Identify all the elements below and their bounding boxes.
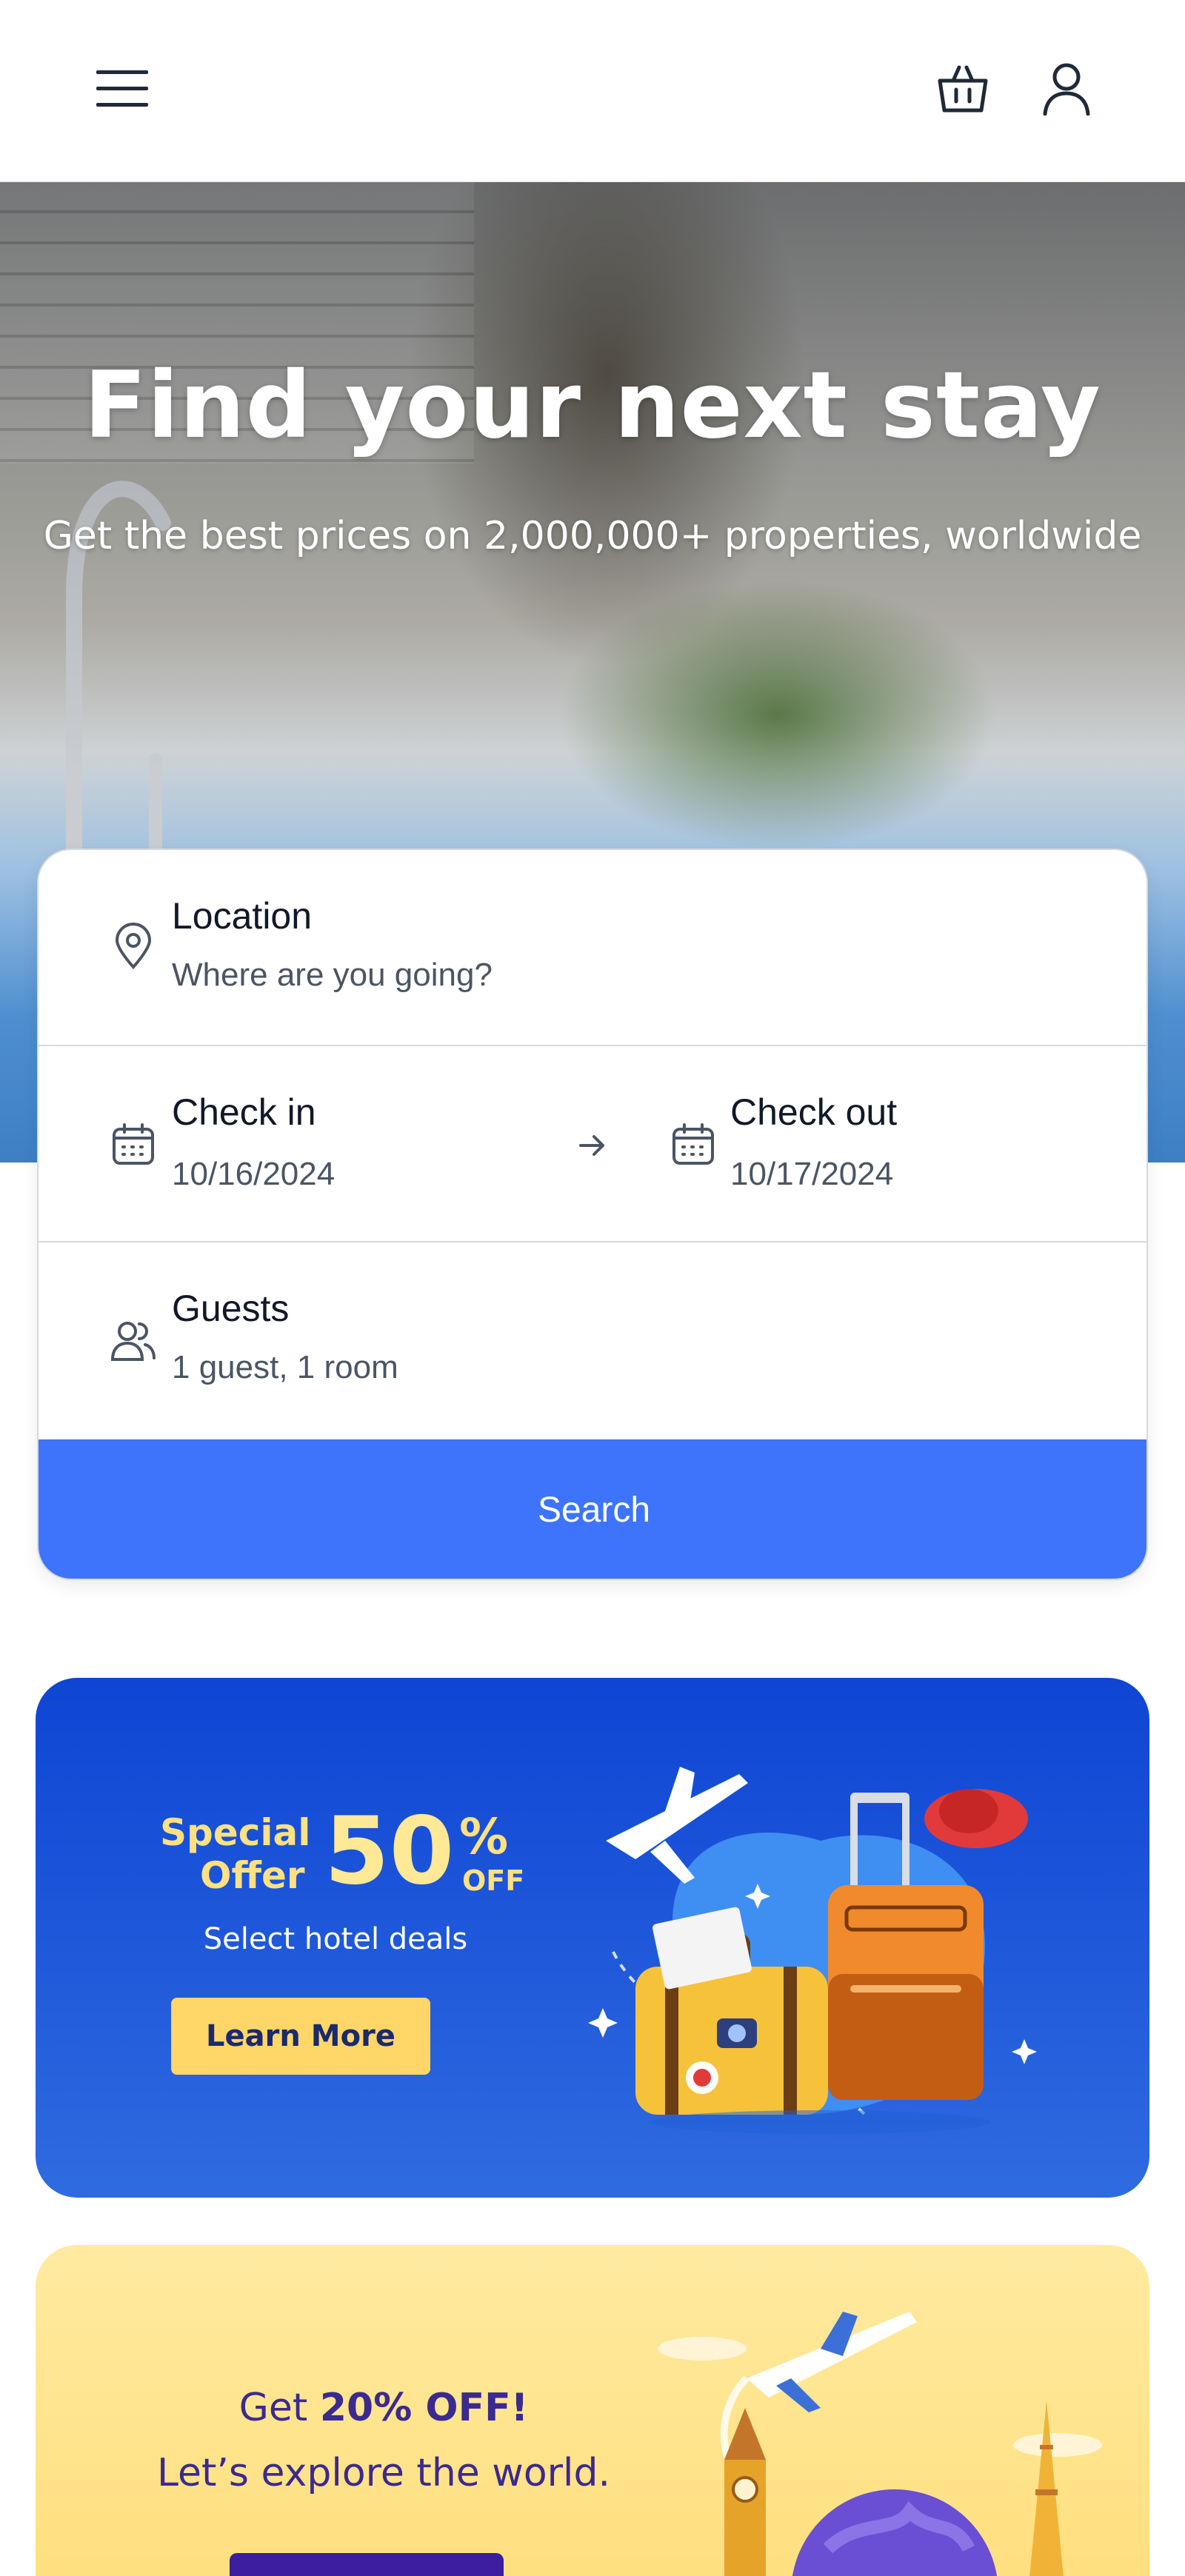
- basket-icon: [938, 65, 988, 113]
- location-placeholder: Where are you going?: [172, 957, 493, 993]
- cart-button[interactable]: [926, 52, 1000, 126]
- world-promo-headline: Get 20% OFF!: [124, 2386, 643, 2430]
- arrow-right-icon: [579, 1135, 604, 1156]
- check-out-field[interactable]: Check out 10/17/2024: [631, 1046, 1146, 1242]
- guests-field[interactable]: Guests 1 guest, 1 room: [39, 1242, 1146, 1439]
- percent-sign: %: [459, 1808, 509, 1865]
- search-button[interactable]: Search: [39, 1439, 1146, 1579]
- world-promo-discount: 20% OFF!: [319, 2386, 529, 2430]
- special-offer-subtitle: Select hotel deals: [203, 1922, 468, 1956]
- map-pin-icon: [115, 923, 152, 969]
- off-text: OFF: [462, 1864, 525, 1897]
- dates-row: Check in 10/16/2024 Check out 10/17/2024: [39, 1046, 1146, 1242]
- offer-text: Offer: [200, 1854, 305, 1897]
- check-out-label: Check out: [730, 1091, 898, 1133]
- calendar-icon: [113, 1123, 154, 1165]
- check-in-value: 10/16/2024: [172, 1156, 336, 1192]
- hamburger-menu-icon: [96, 70, 148, 107]
- guests-label: Guests: [172, 1288, 290, 1329]
- top-app-bar: [0, 0, 1185, 182]
- world-landmarks-illustration: [658, 2312, 1102, 2576]
- explore-world-banner[interactable]: Get 20% OFF! Let’s explore the world.: [36, 2245, 1149, 2576]
- hero-subtitle: Get the best prices on 2,000,000+ proper…: [43, 514, 1142, 558]
- calendar-icon: [672, 1123, 714, 1165]
- world-promo-subtitle: Let’s explore the world.: [156, 2451, 611, 2495]
- user-icon: [1043, 63, 1090, 116]
- check-in-field[interactable]: Check in 10/16/2024: [39, 1046, 572, 1242]
- hero-title: Find your next stay: [84, 352, 1101, 459]
- guests-value: 1 guest, 1 room: [172, 1349, 398, 1385]
- logo-placeholder[interactable]: [407, 41, 778, 152]
- world-promo-button[interactable]: [230, 2553, 504, 2576]
- special-offer-headline: Special Offer 50 % OFF: [124, 1796, 524, 1915]
- account-button[interactable]: [1029, 52, 1104, 126]
- check-out-value: 10/17/2024: [730, 1156, 894, 1192]
- location-field[interactable]: Location Where are you going?: [39, 850, 1146, 1046]
- special-offer-banner[interactable]: Special Offer 50 % OFF Select hotel deal…: [36, 1678, 1149, 2198]
- users-icon: [110, 1322, 156, 1361]
- search-form: Location Where are you going? Check in 1…: [37, 849, 1148, 1580]
- special-text: Special: [160, 1811, 311, 1854]
- luggage-illustration: [588, 1767, 1037, 2134]
- menu-button[interactable]: [81, 52, 163, 126]
- learn-more-button[interactable]: Learn More: [171, 1998, 430, 2075]
- world-promo-prefix: Get: [238, 2386, 320, 2430]
- check-in-label: Check in: [172, 1091, 316, 1133]
- location-label: Location: [172, 895, 313, 937]
- discount-percent: 50: [324, 1796, 455, 1905]
